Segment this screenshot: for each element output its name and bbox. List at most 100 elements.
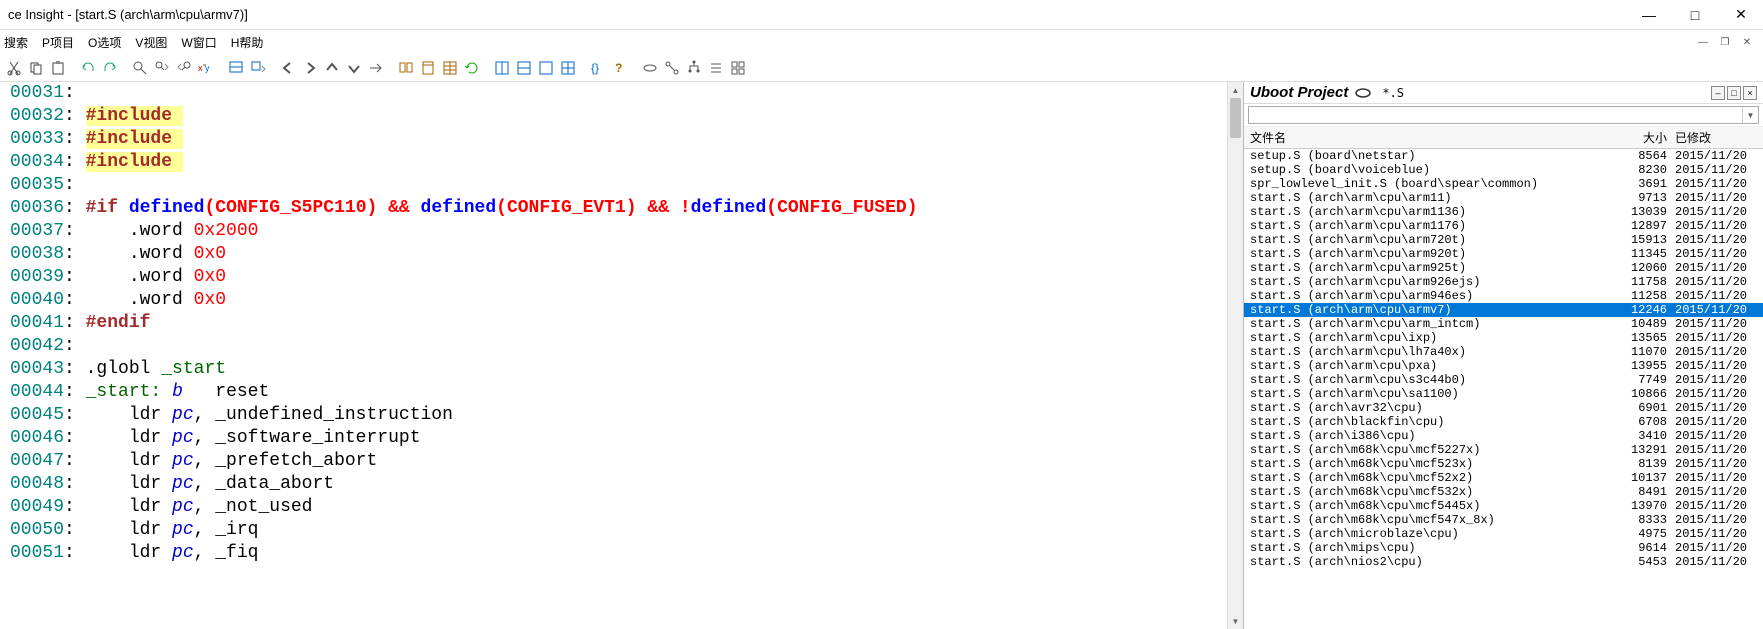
file-row[interactable]: start.S (arch\avr32\cpu)69012015/11/20 [1244,401,1763,415]
file-date: 2015/11/20 [1667,527,1757,541]
maximize-button[interactable]: □ [1681,5,1709,25]
mdi-close-button[interactable]: ✕ [1739,34,1755,50]
arrow-up-icon[interactable] [322,58,342,78]
close-button[interactable]: ✕ [1727,5,1755,25]
layout4-icon[interactable] [558,58,578,78]
minimize-button[interactable]: — [1635,5,1663,25]
file-row[interactable]: start.S (arch\arm\cpu\arm920t)113452015/… [1244,247,1763,261]
file-row[interactable]: start.S (arch\m68k\cpu\mcf5445x)13970201… [1244,499,1763,513]
help-icon[interactable]: ? [610,58,630,78]
panel-minimize-button[interactable]: – [1711,86,1725,100]
file-name: start.S (arch\i386\cpu) [1250,429,1611,443]
layout2-icon[interactable] [514,58,534,78]
col-size[interactable]: 大小 [1611,129,1667,146]
file-row[interactable]: start.S (arch\arm\cpu\arm946es)112582015… [1244,289,1763,303]
panel-titlebar: Uboot Project *.S – □ × [1244,82,1763,104]
arrow-right-icon[interactable] [300,58,320,78]
menu-help[interactable]: H帮助 [231,34,264,51]
redo-icon[interactable] [100,58,120,78]
file-row[interactable]: start.S (arch\i386\cpu)34102015/11/20 [1244,429,1763,443]
copy-icon[interactable] [26,58,46,78]
dropdown-icon[interactable]: ▼ [1742,107,1758,123]
file-row[interactable]: start.S (arch\arm\cpu\arm720t)159132015/… [1244,233,1763,247]
layout3-icon[interactable] [536,58,556,78]
col-filename[interactable]: 文件名 [1250,129,1611,146]
book-open-icon[interactable] [396,58,416,78]
undo-icon[interactable] [78,58,98,78]
scroll-up-icon[interactable]: ▲ [1228,82,1243,98]
file-row[interactable]: setup.S (board\voiceblue)82302015/11/20 [1244,163,1763,177]
file-row[interactable]: start.S (arch\arm\cpu\lh7a40x)110702015/… [1244,345,1763,359]
file-row[interactable]: start.S (arch\arm\cpu\arm926ejs)11758201… [1244,275,1763,289]
file-row[interactable]: start.S (arch\arm\cpu\ixp)135652015/11/2… [1244,331,1763,345]
grid-icon[interactable] [728,58,748,78]
menu-project[interactable]: P项目 [42,34,74,51]
refresh-icon[interactable] [462,58,482,78]
file-row[interactable]: start.S (arch\m68k\cpu\mcf52x2)101372015… [1244,471,1763,485]
file-size: 10489 [1611,317,1667,331]
file-row[interactable]: start.S (arch\nios2\cpu)54532015/11/20 [1244,555,1763,569]
file-row[interactable]: start.S (arch\microblaze\cpu)49752015/11… [1244,527,1763,541]
link-icon[interactable] [1354,86,1372,100]
paste-icon[interactable] [48,58,68,78]
list-icon[interactable] [706,58,726,78]
file-row[interactable]: start.S (arch\m68k\cpu\mcf547x_8x)833320… [1244,513,1763,527]
tree-icon[interactable] [684,58,704,78]
file-row[interactable]: start.S (arch\arm\cpu\s3c44b0)77492015/1… [1244,373,1763,387]
file-list[interactable]: setup.S (board\netstar)85642015/11/20set… [1244,149,1763,629]
file-row[interactable]: start.S (arch\mips\cpu)96142015/11/20 [1244,541,1763,555]
file-date: 2015/11/20 [1667,303,1757,317]
file-row[interactable]: start.S (arch\arm\cpu\arm925t)120602015/… [1244,261,1763,275]
mdi-restore-button[interactable]: ❐ [1717,34,1733,50]
file-row[interactable]: start.S (arch\arm\cpu\pxa)139552015/11/2… [1244,359,1763,373]
braces-icon[interactable]: {} [588,58,608,78]
file-row[interactable]: start.S (arch\m68k\cpu\mcf523x)81392015/… [1244,457,1763,471]
col-date[interactable]: 已修改 [1667,129,1757,146]
file-date: 2015/11/20 [1667,205,1757,219]
file-date: 2015/11/20 [1667,275,1757,289]
file-size: 13291 [1611,443,1667,457]
menu-window[interactable]: W窗口 [181,34,216,51]
search-icon[interactable] [130,58,150,78]
file-row[interactable]: start.S (arch\arm\cpu\arm1176)128972015/… [1244,219,1763,233]
scroll-down-icon[interactable]: ▼ [1228,613,1243,629]
file-row[interactable]: start.S (arch\arm\cpu\sa1100)108662015/1… [1244,387,1763,401]
panel-search-input[interactable]: ▼ [1248,106,1759,124]
arrow-right2-icon[interactable] [366,58,386,78]
file-row[interactable]: start.S (arch\arm\cpu\arm_intcm)10489201… [1244,317,1763,331]
book-icon[interactable] [418,58,438,78]
table-icon[interactable] [440,58,460,78]
arrow-left-icon[interactable] [278,58,298,78]
search-next-icon[interactable] [152,58,172,78]
file-row[interactable]: start.S (arch\arm\cpu\armv7)122462015/11… [1244,303,1763,317]
file-row[interactable]: setup.S (board\netstar)85642015/11/20 [1244,149,1763,163]
relation-icon[interactable] [662,58,682,78]
menu-view[interactable]: V视图 [135,34,167,51]
bookmark-next-icon[interactable] [248,58,268,78]
file-row[interactable]: start.S (arch\arm\cpu\arm1136)130392015/… [1244,205,1763,219]
bookmark-icon[interactable] [226,58,246,78]
layout1-icon[interactable] [492,58,512,78]
panel-maximize-button[interactable]: □ [1727,86,1741,100]
cut-icon[interactable] [4,58,24,78]
file-date: 2015/11/20 [1667,485,1757,499]
file-row[interactable]: start.S (arch\m68k\cpu\mcf532x)84912015/… [1244,485,1763,499]
file-row[interactable]: start.S (arch\m68k\cpu\mcf5227x)13291201… [1244,443,1763,457]
mdi-minimize-button[interactable]: — [1695,34,1711,50]
link-icon[interactable] [640,58,660,78]
arrow-down-icon[interactable] [344,58,364,78]
file-row[interactable]: start.S (arch\arm\cpu\arm11)97132015/11/… [1244,191,1763,205]
replace-icon[interactable]: xy [196,58,216,78]
file-row[interactable]: spr_lowlevel_init.S (board\spear\common)… [1244,177,1763,191]
editor-scrollbar[interactable]: ▲ ▼ [1227,82,1243,629]
search-prev-icon[interactable] [174,58,194,78]
menu-search[interactable]: 搜索 [4,34,28,51]
file-name: start.S (arch\m68k\cpu\mcf523x) [1250,457,1611,471]
file-name: start.S (arch\arm\cpu\arm11) [1250,191,1611,205]
svg-text:x: x [198,63,203,73]
panel-close-button[interactable]: × [1743,86,1757,100]
file-row[interactable]: start.S (arch\blackfin\cpu)67082015/11/2… [1244,415,1763,429]
menu-options[interactable]: O选项 [88,34,121,51]
code-editor[interactable]: 00031: 00032: #include 00033: #include 0… [0,82,1227,629]
scroll-thumb[interactable] [1230,98,1241,138]
